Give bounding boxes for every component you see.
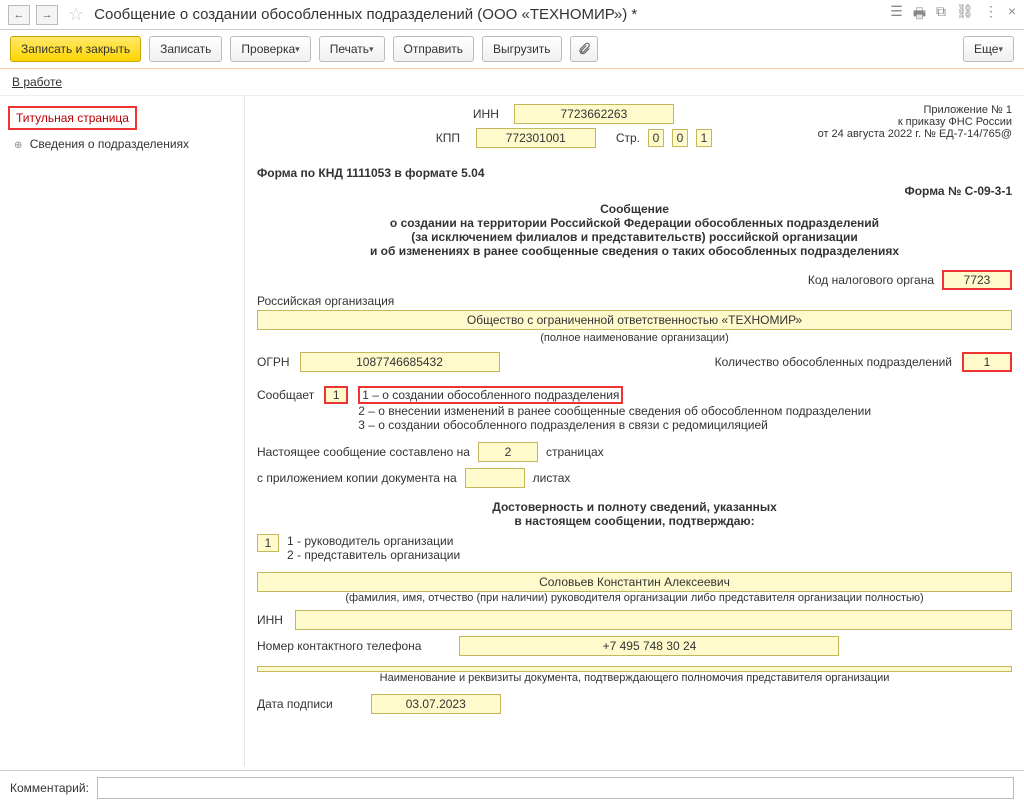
paperclip-icon bbox=[577, 42, 591, 56]
tax-code-label: Код налогового органа bbox=[808, 273, 934, 287]
org-name[interactable]: Общество с ограниченной ответственностью… bbox=[257, 310, 1012, 330]
appendix-line3: от 24 августа 2022 г. № ЕД-7-14/765@ bbox=[792, 128, 1012, 140]
appendix-line1: Приложение № 1 bbox=[792, 104, 1012, 116]
sign-date-value[interactable]: 03.07.2023 bbox=[371, 694, 501, 714]
doc-hint: Наименование и реквизиты документа, подт… bbox=[257, 672, 1012, 684]
signer-inn-value[interactable] bbox=[295, 610, 1012, 630]
copies-label2: листах bbox=[533, 471, 571, 485]
status-link[interactable]: В работе bbox=[12, 75, 62, 89]
report-icon[interactable]: ☰ bbox=[890, 3, 903, 27]
pages-label1: Настоящее сообщение составлено на bbox=[257, 445, 470, 459]
form-number: Форма № С-09-3-1 bbox=[257, 184, 1012, 198]
reports-option-3: 3 – о создании обособленного подразделен… bbox=[358, 418, 871, 432]
close-icon[interactable]: × bbox=[1008, 3, 1016, 27]
print-icon[interactable]: 🖶 bbox=[913, 3, 926, 27]
signer-inn-label: ИНН bbox=[257, 613, 287, 627]
signer-option-1: 1 - руководитель организации bbox=[287, 534, 460, 548]
inn-value[interactable]: 7723662263 bbox=[514, 104, 674, 124]
page-digit-1: 0 bbox=[648, 129, 664, 147]
print-button[interactable]: Печать bbox=[319, 36, 385, 62]
appendix-line2: к приказу ФНС России bbox=[792, 116, 1012, 128]
ogrn-label: ОГРН bbox=[257, 355, 290, 369]
pages-label2: страницах bbox=[546, 445, 604, 459]
link-icon[interactable]: ⛓ bbox=[956, 3, 974, 27]
sidebar-item-details[interactable]: ⊕ Сведения о подразделениях bbox=[8, 134, 236, 154]
sidebar-item-title-page[interactable]: Титульная страница bbox=[8, 106, 137, 130]
unload-button[interactable]: Выгрузить bbox=[482, 36, 562, 62]
sign-date-label: Дата подписи bbox=[257, 697, 333, 711]
page-digit-3: 1 bbox=[696, 129, 712, 147]
page-digit-2: 0 bbox=[672, 129, 688, 147]
kpp-value[interactable]: 772301001 bbox=[476, 128, 596, 148]
attach-button[interactable] bbox=[570, 36, 598, 62]
copy-icon[interactable]: ⧉ bbox=[936, 3, 946, 27]
signer-name[interactable]: Соловьев Константин Алексеевич bbox=[257, 572, 1012, 592]
ru-org-label: Российская организация bbox=[257, 294, 1012, 308]
signer-option-2: 2 - представитель организации bbox=[287, 548, 460, 562]
reports-option-2: 2 – о внесении изменений в ранее сообщен… bbox=[358, 404, 871, 418]
signer-hint: (фамилия, имя, отчество (при наличии) ру… bbox=[257, 592, 1012, 604]
phone-value[interactable]: +7 495 748 30 24 bbox=[459, 636, 839, 656]
units-value[interactable]: 1 bbox=[962, 352, 1012, 372]
reports-option-1: 1 – о создании обособленного подразделен… bbox=[358, 386, 623, 404]
msg-title: Сообщение bbox=[257, 202, 1012, 216]
ogrn-value[interactable]: 1087746685432 bbox=[300, 352, 500, 372]
copies-value[interactable] bbox=[465, 468, 525, 488]
save-close-button[interactable]: Записать и закрыть bbox=[10, 36, 141, 62]
knd-label: Форма по КНД 1111053 в формате 5.04 bbox=[257, 166, 485, 180]
expand-icon[interactable]: ⊕ bbox=[14, 140, 22, 151]
confirm-line2: в настоящем сообщении, подтверждаю: bbox=[257, 514, 1012, 528]
forward-button[interactable]: → bbox=[36, 5, 58, 25]
reports-label: Сообщает bbox=[257, 386, 314, 402]
msg-line2: (за исключением филиалов и представитель… bbox=[257, 230, 1012, 244]
msg-line1: о создании на территории Российской Феде… bbox=[257, 216, 1012, 230]
more-button[interactable]: Еще bbox=[963, 36, 1014, 62]
phone-label: Номер контактного телефона bbox=[257, 639, 421, 653]
reports-value[interactable]: 1 bbox=[324, 386, 348, 404]
pages-value[interactable]: 2 bbox=[478, 442, 538, 462]
copies-label1: с приложением копии документа на bbox=[257, 471, 457, 485]
units-label: Количество обособленных подразделений bbox=[715, 355, 952, 369]
tax-code-value[interactable]: 7723 bbox=[942, 270, 1012, 290]
inn-label: ИНН bbox=[466, 107, 506, 121]
window-title: Сообщение о создании обособленных подраз… bbox=[94, 6, 884, 23]
comment-input[interactable] bbox=[97, 777, 1014, 799]
signer-code[interactable]: 1 bbox=[257, 534, 279, 552]
comment-label: Комментарий: bbox=[10, 781, 89, 795]
kpp-label: КПП bbox=[428, 131, 468, 145]
send-button[interactable]: Отправить bbox=[393, 36, 475, 62]
kebab-icon[interactable]: ⋮ bbox=[984, 3, 998, 27]
save-button[interactable]: Записать bbox=[149, 36, 222, 62]
check-button[interactable]: Проверка bbox=[230, 36, 310, 62]
org-full-hint: (полное наименование организации) bbox=[257, 332, 1012, 344]
sidebar-item-label: Сведения о подразделениях bbox=[30, 137, 189, 151]
back-button[interactable]: ← bbox=[8, 5, 30, 25]
favorite-icon[interactable]: ☆ bbox=[68, 4, 84, 25]
msg-line3: и об изменениях в ранее сообщенные сведе… bbox=[257, 244, 1012, 258]
page-label: Стр. bbox=[616, 131, 640, 145]
confirm-line1: Достоверность и полноту сведений, указан… bbox=[257, 500, 1012, 514]
